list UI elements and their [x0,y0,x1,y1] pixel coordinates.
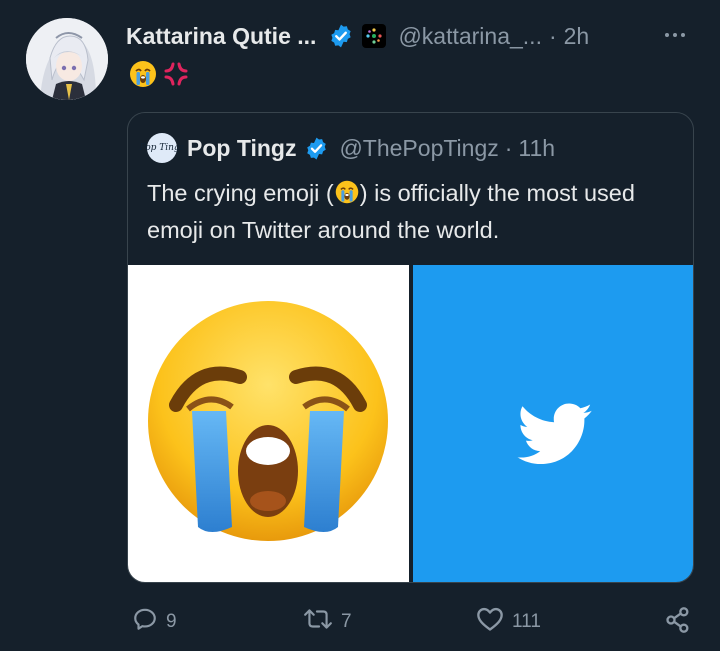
like-button[interactable]: 111 [476,606,541,637]
more-options-icon[interactable] [660,20,690,50]
author-name[interactable]: Kattarina Qutie ... [126,23,316,50]
tweet-timestamp[interactable]: 2h [564,23,590,50]
share-button[interactable] [664,606,692,639]
affiliate-badge-icon[interactable] [362,24,387,48]
tweet-header: Kattarina Qutie ... @kattarina_... · 2h [126,20,700,52]
anger-symbol-icon [162,60,190,93]
tweet-actions: 9 7 111 [0,600,720,640]
quoted-tweet-header: Pop Tingz Pop Tingz @ThePopTingz · 11h [140,133,555,163]
quoted-author-name[interactable]: Pop Tingz [187,135,296,162]
verified-badge-icon[interactable] [328,23,354,49]
tweet-text [128,60,190,92]
tweet[interactable]: Kattarina Qutie ... @kattarina_... · 2h [0,0,720,651]
quoted-tweet-text: The crying emoji () is officially the mo… [147,177,677,247]
retweet-icon [303,606,333,637]
reply-icon [132,606,158,637]
quoted-tweet-timestamp[interactable]: 11h [518,135,555,162]
quoted-author-avatar[interactable]: Pop Tingz [140,133,184,163]
reply-button[interactable]: 9 [132,606,177,637]
retweet-count: 7 [341,610,352,632]
quoted-author-handle[interactable]: @ThePopTingz [339,135,498,162]
verified-badge-icon[interactable] [304,136,329,161]
media-image-crying-emoji[interactable] [128,265,409,582]
loudly-crying-face-icon [334,179,360,214]
media-image-twitter-logo[interactable] [413,265,693,582]
separator-dot: · [548,22,557,49]
share-icon [664,606,692,639]
quoted-text-part: The crying emoji ( [147,180,334,206]
like-count: 111 [512,610,541,632]
retweet-button[interactable]: 7 [303,606,352,637]
media-grid [128,265,693,582]
loudly-crying-face-icon [128,59,158,94]
author-handle[interactable]: @kattarina_... [398,23,542,50]
author-avatar[interactable] [26,18,108,100]
reply-count: 9 [166,610,177,632]
quoted-tweet[interactable]: Pop Tingz Pop Tingz @ThePopTingz · 11h T… [127,112,694,583]
separator-dot: · [504,134,513,161]
heart-icon [476,606,504,637]
